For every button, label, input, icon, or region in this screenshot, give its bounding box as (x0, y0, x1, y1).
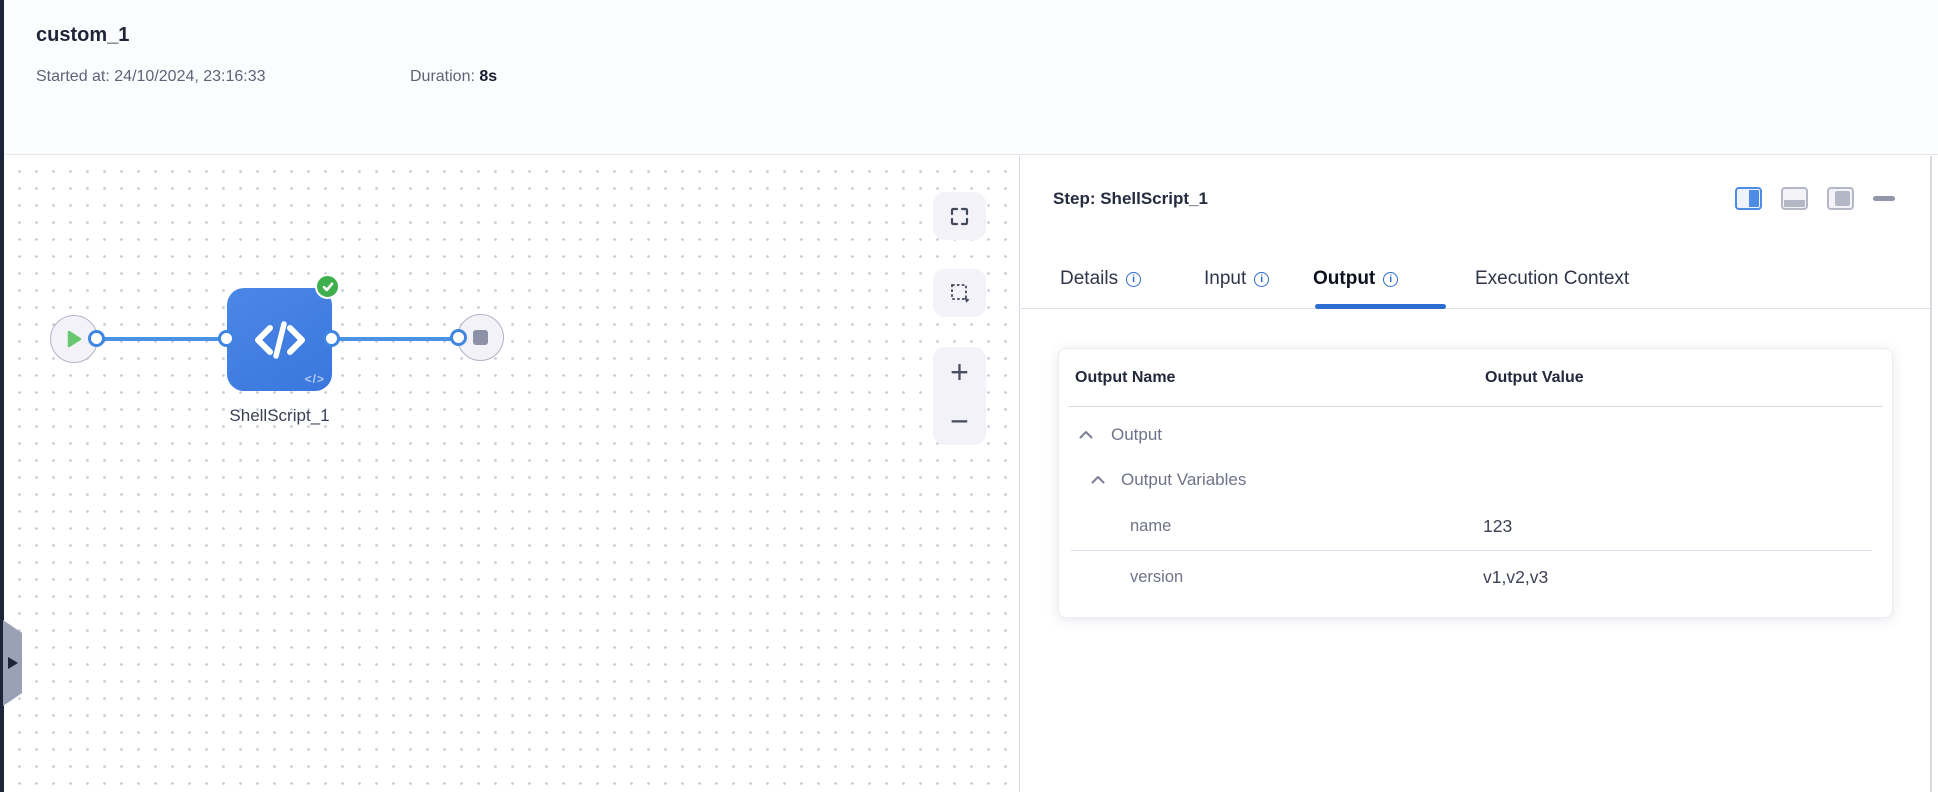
table-row: version v1,v2,v3 (1059, 551, 1892, 603)
step-tabs: Details i Input i Output i Execution Con… (1021, 250, 1930, 309)
port-step-out (323, 330, 340, 347)
port-step-in (218, 330, 235, 347)
tab-execution-context[interactable]: Execution Context (1475, 250, 1629, 308)
workflow-canvas[interactable]: </> ShellScript_1 + − (4, 156, 1020, 792)
group-row-output[interactable]: Output (1059, 412, 1892, 457)
minimize-icon[interactable] (1873, 196, 1895, 201)
pipeline-execution-page: custom_1 Started at: 24/10/2024, 23:16:3… (0, 0, 1938, 792)
execution-header: custom_1 Started at: 24/10/2024, 23:16:3… (4, 0, 1938, 155)
tab-execution-context-label: Execution Context (1475, 268, 1630, 289)
step-node-label: ShellScript_1 (229, 406, 330, 425)
code-icon (254, 320, 305, 359)
column-output-value: Output Value (1485, 368, 1584, 386)
fit-to-screen-button[interactable] (933, 192, 986, 240)
shellscript-step-node[interactable]: </> (227, 288, 332, 391)
play-icon (67, 330, 81, 348)
duration-label: Duration: (410, 68, 475, 85)
expand-icon (950, 207, 969, 225)
stop-icon (473, 330, 488, 345)
output-value-cell: 123 (1483, 515, 1513, 536)
page-title: custom_1 (36, 24, 130, 46)
started-at-value: 24/10/2024, 23:16:33 (114, 68, 266, 85)
zoom-out-button[interactable]: − (933, 396, 986, 445)
edge-start-to-step (97, 337, 228, 341)
port-start-out (88, 330, 105, 347)
step-details-panel: Step: ShellScript_1 Details i Input i Ou… (1021, 156, 1938, 792)
chevron-up-icon[interactable] (1091, 475, 1105, 484)
edge-step-to-end (331, 337, 460, 341)
table-row: name 123 (1059, 502, 1892, 550)
active-tab-underline (1315, 304, 1446, 309)
chevron-up-icon[interactable] (1079, 430, 1093, 439)
column-output-name: Output Name (1075, 368, 1176, 386)
marquee-selection-icon (950, 284, 969, 303)
tab-output[interactable]: Output i (1313, 250, 1399, 308)
output-table-card: Output Name Output Value Output Output V… (1058, 348, 1893, 618)
overlay-view-icon[interactable] (1827, 187, 1854, 210)
output-table-body: Output Output Variables name 123 version… (1059, 407, 1892, 603)
output-name-cell: name (1130, 516, 1172, 535)
group-label: Output (1111, 424, 1163, 444)
started-at-label: Started at: (36, 68, 110, 85)
tab-output-label: Output (1313, 268, 1376, 289)
zoom-in-button[interactable]: + (933, 347, 986, 396)
tab-details-label: Details (1060, 268, 1119, 289)
chevron-right-icon (8, 657, 18, 669)
panel-right-edge (1930, 156, 1932, 792)
info-icon[interactable]: i (1383, 271, 1399, 287)
info-icon[interactable]: i (1254, 271, 1270, 287)
group-label: Output Variables (1121, 469, 1247, 489)
success-check-icon (315, 274, 340, 299)
zoom-controls: + − (933, 347, 986, 445)
expand-left-panel-handle[interactable] (3, 620, 22, 706)
step-panel-title: Step: ShellScript_1 (1053, 189, 1208, 208)
started-at: Started at: 24/10/2024, 23:16:33 (36, 68, 266, 86)
port-end-in (450, 329, 467, 346)
tab-details[interactable]: Details i (1060, 250, 1142, 308)
bottom-split-view-icon[interactable] (1781, 187, 1808, 210)
tab-input-label: Input (1204, 268, 1247, 289)
output-table-header: Output Name Output Value (1059, 349, 1892, 406)
panel-view-switcher (1735, 187, 1895, 210)
duration: Duration: 8s (410, 68, 497, 86)
marquee-select-button[interactable] (933, 269, 986, 317)
code-watermark-icon: </> (304, 372, 325, 386)
output-name-cell: version (1130, 567, 1184, 586)
duration-value: 8s (479, 68, 498, 85)
group-row-output-variables[interactable]: Output Variables (1059, 457, 1892, 502)
output-value-cell: v1,v2,v3 (1483, 566, 1549, 587)
tab-input[interactable]: Input i (1204, 250, 1270, 308)
info-icon[interactable]: i (1126, 271, 1142, 287)
right-split-view-icon[interactable] (1735, 187, 1762, 210)
